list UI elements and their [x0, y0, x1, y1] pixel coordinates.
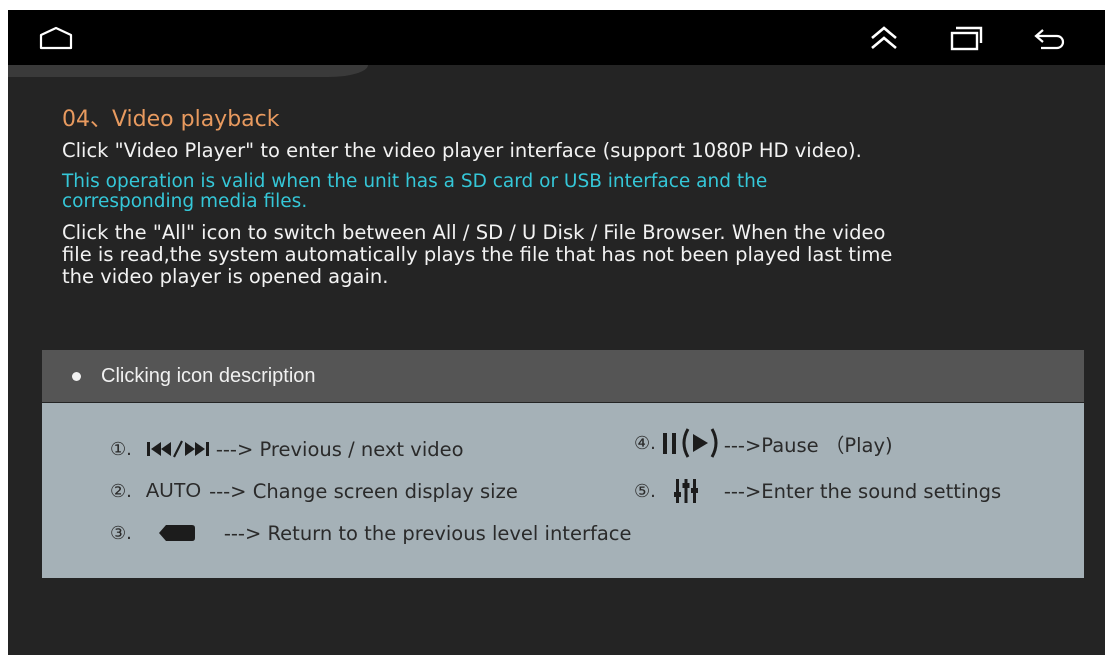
switch-paragraph: Click the "All" icon to switch between A… [62, 222, 1097, 288]
pause-play-icon [662, 426, 720, 460]
navigation-bar [8, 10, 1105, 65]
equalizer-icon [673, 478, 698, 504]
back-pill-icon [158, 524, 196, 542]
item-text: ---> Change screen display size [209, 479, 518, 503]
item-number: ①. [110, 438, 132, 460]
double-chevron-up-icon [871, 26, 897, 49]
icon-description-panel: ①. ---> Previous / next video ②. AUTO --… [42, 403, 1084, 578]
item-number: ③. [110, 522, 132, 544]
bullet-dot-icon [72, 371, 81, 381]
description-item-auto: ②. AUTO ---> Change screen display size [110, 473, 518, 509]
notice-paragraph: This operation is valid when the unit ha… [62, 172, 1097, 212]
item-text: ---> Previous / next video [215, 437, 464, 461]
item-number: ⑤. [634, 480, 656, 502]
item-text: --->Pause （Play) [723, 433, 893, 457]
description-item-prev-next: ①. ---> Previous / next video [110, 431, 464, 467]
recent-apps-button[interactable] [948, 22, 984, 54]
description-item-sound: ⑤. --->Enter the sound settings [634, 473, 1001, 509]
description-item-pause-play: ④. --->Pause （Play) [634, 425, 893, 461]
tab-indicator [8, 65, 368, 77]
item-text: ---> Return to the previous level interf… [223, 521, 632, 545]
home-button[interactable] [38, 22, 74, 54]
section-title: 04、Video playback [62, 107, 280, 132]
recent-apps-icon [950, 26, 983, 51]
collapse-button[interactable] [866, 22, 902, 54]
icon-description-title: Clicking icon description [101, 364, 316, 387]
notice-line-2: corresponding media files. [62, 191, 308, 212]
switch-line-2: file is read,the system automatically pl… [62, 243, 893, 266]
item-number: ④. [634, 432, 656, 454]
auto-label: AUTO [145, 479, 202, 502]
back-icon [1034, 29, 1065, 50]
instruction-content: 04、Video playback Click "Video Player" t… [62, 106, 1097, 296]
intro-paragraph: Click "Video Player" to enter the video … [62, 139, 862, 162]
icon-description-header: Clicking icon description [42, 350, 1084, 402]
description-item-return: ③. ---> Return to the previous level int… [110, 515, 632, 551]
prev-next-icon [146, 439, 216, 459]
home-icon [39, 26, 73, 50]
switch-line-3: the video player is opened again. [62, 265, 389, 288]
switch-line-1: Click the "All" icon to switch between A… [62, 221, 886, 244]
notice-line-1: This operation is valid when the unit ha… [62, 171, 768, 192]
item-number: ②. [110, 480, 132, 502]
item-text: --->Enter the sound settings [723, 479, 1002, 503]
back-button[interactable] [1032, 22, 1068, 54]
